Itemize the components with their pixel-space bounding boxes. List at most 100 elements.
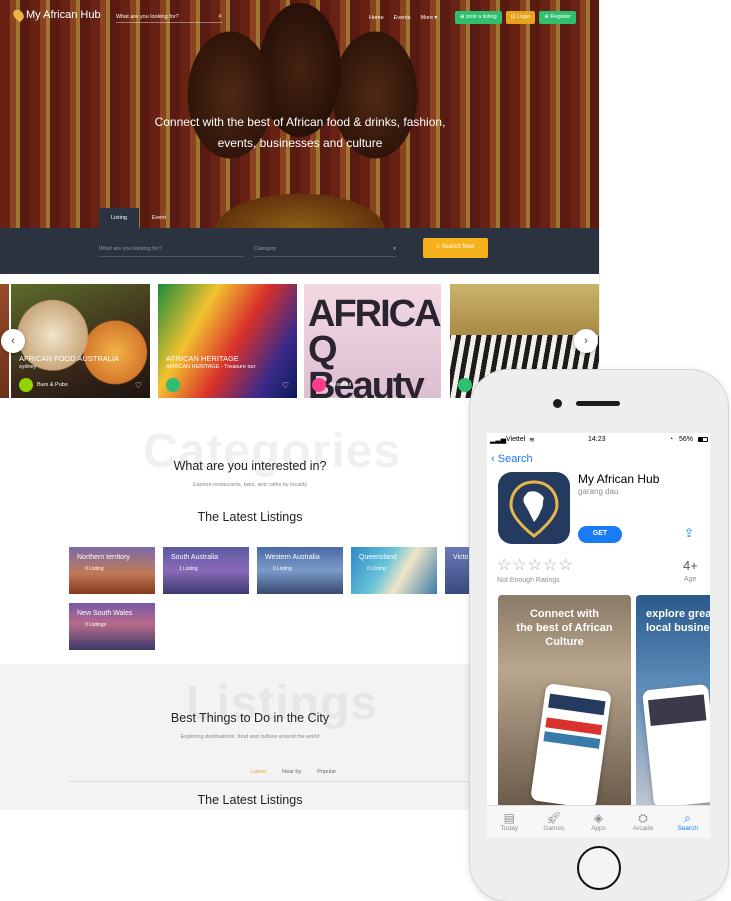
- wifi-icon: ≋: [529, 437, 535, 444]
- heart-icon[interactable]: ♡: [282, 381, 289, 390]
- listing-card[interactable]: AFRICAN FOOD AUSTRALIA sydney Bars & Pub…: [11, 284, 150, 398]
- filter-latest[interactable]: Latest: [251, 769, 266, 775]
- location-count: 0 Listing: [367, 566, 386, 572]
- shot-1-line-1: Connect with: [529, 608, 600, 620]
- tab-event[interactable]: Event: [139, 208, 179, 228]
- register-label: Register: [550, 14, 571, 20]
- top-nav: My African Hub What are you looking for?…: [0, 0, 599, 34]
- tagline-line-1: Connect with the best of African food & …: [154, 115, 446, 129]
- best-things-subtitle: Exploring destinations, food and culture…: [180, 734, 320, 740]
- card-category: Beautiful: [330, 382, 352, 388]
- app-icon: [498, 472, 570, 544]
- nav-search-input[interactable]: What are you looking for? ⌕: [116, 13, 222, 23]
- shot-2-line-1: explore grea: [646, 608, 710, 620]
- shot-1-caption: Connect with the best of African Culture: [498, 607, 631, 649]
- chevron-down-icon: ▾: [393, 246, 396, 252]
- search-now-button[interactable]: ⌕ Search Now: [423, 238, 488, 258]
- search-icon[interactable]: ⌕: [218, 13, 222, 21]
- location-name: South Australia: [171, 554, 219, 561]
- rocket-icon: 🚀︎: [546, 811, 562, 825]
- joystick-icon: ⛭: [638, 811, 648, 825]
- post-listing-label: post a listing: [466, 14, 497, 20]
- location-card-northern-territory[interactable]: Northern territory 0 Listing: [69, 547, 155, 594]
- tab-search-label: Search: [677, 825, 698, 832]
- location-name: Northern territory: [77, 554, 130, 561]
- login-button[interactable]: ⊡ Login: [505, 11, 536, 24]
- age-label: Age: [684, 576, 697, 583]
- signal-icon: ▂▃▅: [490, 437, 507, 444]
- get-button[interactable]: GET: [578, 526, 622, 543]
- tab-today-label: Today: [500, 825, 518, 832]
- filter-near-by[interactable]: Near by: [282, 769, 301, 775]
- location-name: Victo: [453, 554, 469, 561]
- nav-home[interactable]: Home: [369, 15, 384, 21]
- location-count: 0 Listing: [273, 566, 292, 572]
- card-title: AFRICAN FOOD AUSTRALIA: [19, 354, 120, 363]
- app-store-screen: ▂▃▅ Viettel ≋ 14:23 ◔ 56% ‹ Search My Af…: [487, 433, 710, 838]
- post-listing-button[interactable]: ⊕ post a listing: [455, 11, 502, 24]
- tab-games[interactable]: 🚀︎ Games: [534, 806, 574, 838]
- search-bar: What are you looking for? Category ▾ ⌕ Se…: [0, 228, 599, 274]
- tab-search[interactable]: ⌕ Search: [668, 806, 708, 838]
- category-dot-icon: [458, 378, 472, 392]
- heart-icon[interactable]: ♡: [135, 381, 142, 390]
- screenshot-preview-2[interactable]: explore grea local busine: [636, 595, 710, 808]
- tab-arcade-label: Arcade: [632, 825, 654, 832]
- location-count: 0 Listing: [85, 566, 104, 572]
- location-name: Queensland: [359, 554, 397, 561]
- shot-2-caption: explore grea local busine: [636, 607, 710, 635]
- tab-games-label: Games: [543, 825, 565, 832]
- location-card-western-australia[interactable]: Western Australia 0 Listing: [257, 547, 343, 594]
- location-count: 1 Listing: [179, 566, 198, 572]
- carousel-prev-button[interactable]: ‹: [1, 329, 25, 353]
- tab-listing[interactable]: Listing: [99, 208, 139, 228]
- carousel-next-button[interactable]: ›: [574, 329, 598, 353]
- app-developer[interactable]: garang dau: [578, 487, 618, 496]
- tab-apps[interactable]: ◈ Apps: [578, 806, 618, 838]
- back-button[interactable]: ‹ Search: [491, 453, 533, 465]
- nav-more[interactable]: More ▾: [421, 15, 438, 21]
- location-card-new-south-wales[interactable]: New South Wales 3 Listings: [69, 603, 155, 650]
- iphone-mockup: ▂▃▅ Viettel ≋ 14:23 ◔ 56% ‹ Search My Af…: [470, 370, 728, 901]
- layers-icon: ◈: [593, 811, 604, 825]
- home-button[interactable]: [577, 846, 621, 890]
- card-title: AFRICAN HERITAGE: [166, 354, 239, 363]
- share-icon[interactable]: ⇪: [684, 526, 694, 540]
- shot-1-line-2: the best of African: [516, 622, 613, 634]
- location-name: New South Wales: [77, 610, 133, 617]
- shot-1-phone-art: [530, 682, 612, 808]
- interest-subtitle: Explore restaurants, bars, and cafés by …: [192, 482, 308, 488]
- listing-card[interactable]: AFRICAN HERITAGE AFRICAN HERITAGE - Trea…: [158, 284, 297, 398]
- nav-events[interactable]: Events: [394, 15, 411, 21]
- tab-arcade[interactable]: ⛭ Arcade: [623, 806, 663, 838]
- card-category: Bars & Pubs: [37, 382, 68, 388]
- category-dot-icon: [19, 378, 33, 392]
- filter-popular[interactable]: Popular: [317, 769, 336, 775]
- app-name: My African Hub: [578, 472, 660, 486]
- register-button[interactable]: ⊕ Register: [539, 11, 576, 24]
- category-dot-icon: [166, 378, 180, 392]
- screenshot-preview-1[interactable]: Connect with the best of African Culture: [498, 595, 631, 808]
- alarm-icon: ◔: [669, 436, 674, 443]
- back-label: Search: [497, 453, 533, 465]
- tab-today[interactable]: ▤ Today: [489, 806, 529, 838]
- ratings-label: Not Enough Ratings: [497, 577, 560, 584]
- camera-icon: [553, 399, 562, 408]
- hero-tagline: Connect with the best of African food & …: [120, 112, 480, 154]
- search-now-label: Search Now: [441, 244, 475, 250]
- location-card-south-australia[interactable]: South Australia 1 Listing: [163, 547, 249, 594]
- rating-stars-icon: ☆☆☆☆☆: [497, 557, 574, 574]
- heart-icon[interactable]: ♡: [426, 381, 433, 390]
- tagline-line-2: events, businesses and culture: [217, 136, 383, 150]
- site-logo[interactable]: My African Hub: [11, 7, 101, 23]
- filter-divider: [68, 781, 470, 782]
- category-select[interactable]: Category ▾: [254, 246, 396, 257]
- status-bar: ▂▃▅ Viettel ≋ 14:23 ◔ 56%: [487, 436, 710, 446]
- nav-more-label: More: [420, 15, 434, 21]
- nav-search-placeholder: What are you looking for?: [116, 14, 179, 20]
- listing-card[interactable]: AFRICAN QBeauty sa Beautiful ♡: [304, 284, 441, 398]
- battery-icon: [698, 437, 708, 442]
- tab-apps-label: Apps: [591, 825, 606, 832]
- location-card-queensland[interactable]: Queensland 0 Listing: [351, 547, 437, 594]
- search-field[interactable]: What are you looking for?: [99, 246, 244, 257]
